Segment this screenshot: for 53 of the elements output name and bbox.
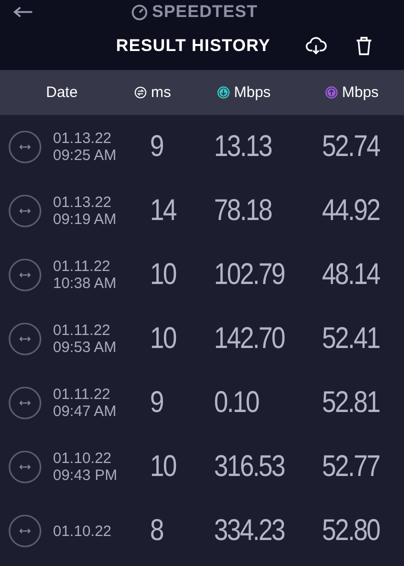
date-time-text: 01.11.22 xyxy=(53,258,112,275)
ping-value: 9 xyxy=(150,130,164,164)
connection-icon[interactable] xyxy=(8,322,42,356)
download-value: 0.10 xyxy=(214,386,260,420)
connection-icon[interactable] xyxy=(8,514,42,548)
download-icon xyxy=(217,86,230,99)
connection-icon[interactable] xyxy=(8,194,42,228)
cloud-download-icon[interactable] xyxy=(304,35,326,57)
date-time-text: 09:53 AM xyxy=(53,339,118,356)
upload-value: 52.81 xyxy=(322,386,380,420)
back-arrow-icon[interactable] xyxy=(12,6,34,18)
ping-value: 10 xyxy=(150,450,177,484)
date-time-text: 01.13.22 xyxy=(53,130,112,147)
download-value: 13.13 xyxy=(214,130,272,164)
download-value: 102.79 xyxy=(214,258,286,292)
date-time-text: 09:25 AM xyxy=(53,147,118,164)
connection-icon[interactable] xyxy=(8,130,42,164)
date-time-text: 01.11.22 xyxy=(53,322,112,339)
connection-icon[interactable] xyxy=(8,386,42,420)
upload-icon xyxy=(325,86,338,99)
date-time-text: 09:43 PM xyxy=(53,467,118,484)
gauge-icon xyxy=(131,4,148,20)
ping-value: 8 xyxy=(150,514,164,548)
download-value: 316.53 xyxy=(214,450,286,484)
date-time-text: 01.11.22 xyxy=(53,386,112,403)
ping-value: 10 xyxy=(150,322,177,356)
download-value: 334.23 xyxy=(214,514,286,548)
upload-value: 52.77 xyxy=(322,450,380,484)
app-logo: SPEEDTEST xyxy=(152,2,258,22)
date-time-text: 01.13.22 xyxy=(53,194,112,211)
date-time-text: 09:19 AM xyxy=(53,211,118,228)
column-header: Mbps xyxy=(234,84,271,101)
upload-value: 52.80 xyxy=(322,514,380,548)
column-header: Mbps xyxy=(342,84,379,101)
download-value: 78.18 xyxy=(214,194,272,228)
upload-value: 48.14 xyxy=(322,258,380,292)
download-value: 142.70 xyxy=(214,322,286,356)
upload-value: 52.74 xyxy=(322,130,380,164)
date-time-text: 09:47 AM xyxy=(53,403,118,420)
connection-icon[interactable] xyxy=(8,450,42,484)
ping-icon xyxy=(134,86,147,99)
column-header: ms xyxy=(151,84,171,101)
upload-value: 44.92 xyxy=(322,194,380,228)
upload-value: 52.41 xyxy=(322,322,380,356)
date-time-text: 01.10.22 xyxy=(53,522,112,540)
connection-icon[interactable] xyxy=(8,258,42,292)
date-time-text: 10:38 AM xyxy=(53,275,118,292)
ping-value: 10 xyxy=(150,258,177,292)
date-time-text: 01.10.22 xyxy=(53,450,112,467)
ping-value: 9 xyxy=(150,386,164,420)
ping-value: 14 xyxy=(150,194,178,228)
page-title: RESULT HISTORY xyxy=(116,36,270,56)
column-header: Date xyxy=(46,84,78,101)
